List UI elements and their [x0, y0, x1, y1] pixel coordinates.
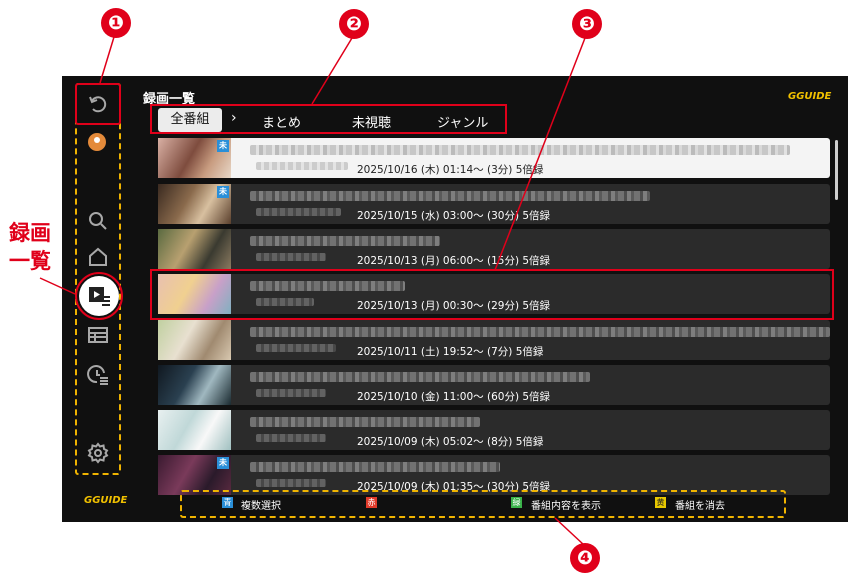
side-label-line-1: 録画 [9, 221, 51, 245]
callout-side-label: 録画 一覧 [4, 219, 56, 275]
callout-number-2: ❷ [339, 9, 369, 39]
callout-number-3: ❸ [572, 9, 602, 39]
callout-lines [39, 36, 586, 546]
side-label-line-2: 一覧 [9, 249, 51, 273]
callout-number-1: ❶ [101, 8, 131, 38]
callout-number-4: ❹ [570, 543, 600, 573]
